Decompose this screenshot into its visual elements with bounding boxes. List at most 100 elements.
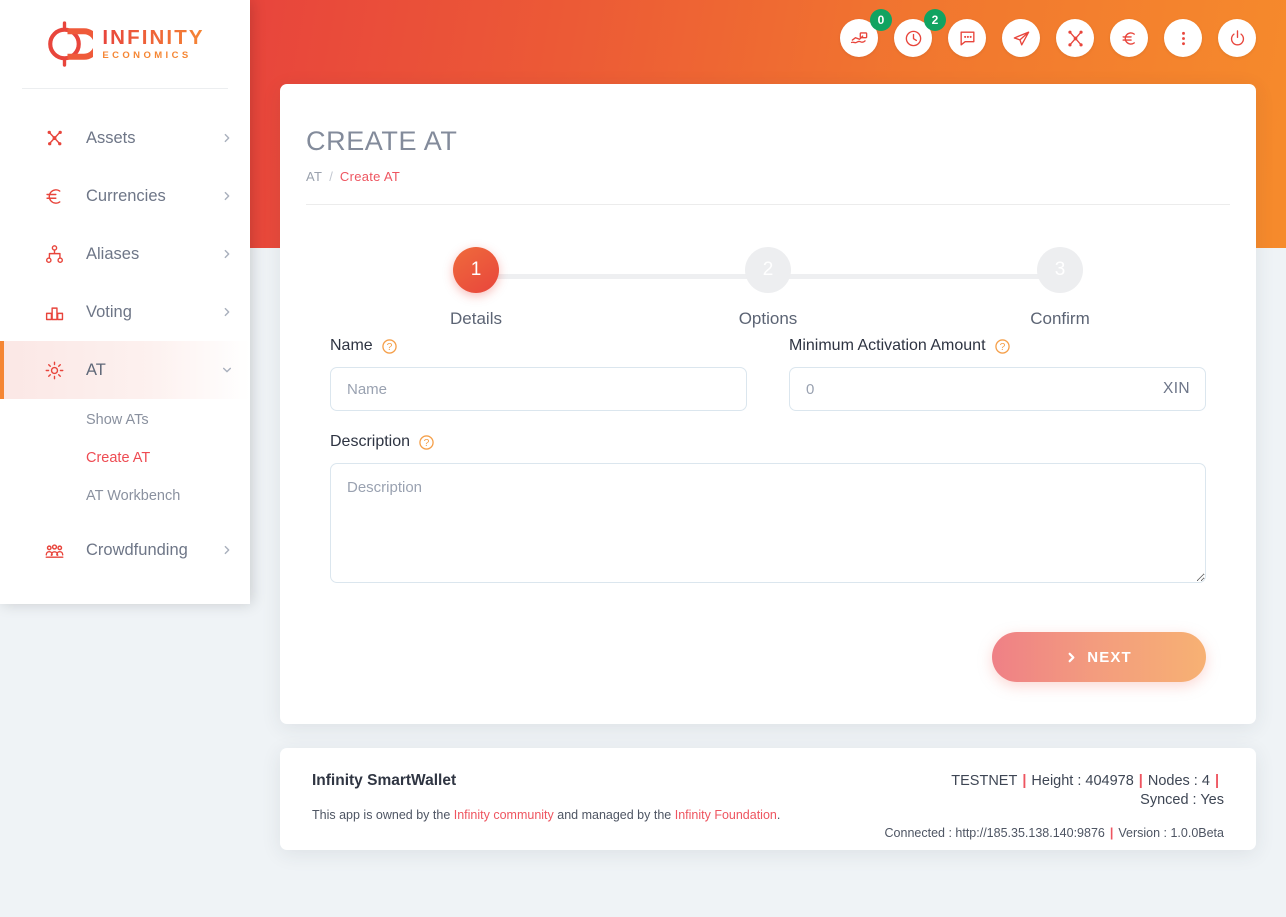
currency-suffix: XIN bbox=[1162, 380, 1190, 397]
create-at-form: Name ? Minimum Activation Amount bbox=[280, 337, 1256, 588]
status-separator: | bbox=[1214, 773, 1219, 789]
footer-note-prefix: This app is owned by the bbox=[312, 808, 454, 822]
sidebar-nav: Assets Currencies Aliases Voting AT Show… bbox=[0, 89, 250, 579]
breadcrumb-parent[interactable]: AT bbox=[306, 169, 322, 184]
description-textarea[interactable] bbox=[330, 463, 1206, 583]
sidebar-item-currencies[interactable]: Currencies bbox=[0, 167, 250, 225]
footer-note-middle: and managed by the bbox=[553, 808, 675, 822]
name-input[interactable] bbox=[330, 367, 747, 411]
chevron-down-icon bbox=[222, 367, 232, 373]
people-group-icon bbox=[44, 540, 70, 561]
step-1-bubble[interactable]: 1 bbox=[453, 247, 499, 293]
breadcrumb: AT / Create AT bbox=[306, 169, 1230, 184]
transactions-icon bbox=[850, 31, 867, 43]
min-activation-label-text: Minimum Activation Amount bbox=[789, 337, 986, 354]
sidebar-item-label: Voting bbox=[86, 302, 132, 321]
svg-text:?: ? bbox=[999, 341, 1005, 352]
step-3-label: Confirm bbox=[1030, 309, 1090, 328]
logo-title: INFINITY bbox=[102, 25, 205, 49]
power-logout-icon-button[interactable] bbox=[1218, 19, 1256, 57]
infinity-community-link[interactable]: Infinity community bbox=[454, 808, 554, 822]
messages-icon bbox=[959, 30, 975, 46]
euro-icon bbox=[44, 186, 70, 207]
pending-clock-icon bbox=[905, 30, 921, 46]
status-separator: | bbox=[1022, 773, 1027, 789]
currency-euro-icon bbox=[1121, 31, 1135, 45]
currency-euro-icon-button[interactable] bbox=[1110, 19, 1148, 57]
min-activation-input[interactable] bbox=[789, 367, 1206, 411]
footer-note-suffix: . bbox=[776, 808, 781, 822]
messages-icon-button[interactable] bbox=[948, 19, 986, 57]
power-logout-icon bbox=[1230, 29, 1244, 45]
step-1-details[interactable]: 1 Details bbox=[426, 247, 526, 329]
question-mark-icon[interactable]: ? bbox=[419, 434, 434, 450]
block-height: Height : 404978 bbox=[1031, 773, 1134, 789]
transactions-badge: 0 bbox=[870, 9, 892, 31]
sidebar-subitem-show-ats[interactable]: Show ATs bbox=[0, 401, 250, 439]
min-activation-field-group: Minimum Activation Amount ? XIN bbox=[789, 337, 1206, 411]
node-count: Nodes : 4 bbox=[1147, 773, 1210, 789]
sidebar-subitem-create-at[interactable]: Create AT bbox=[0, 439, 250, 477]
breadcrumb-separator: / bbox=[329, 169, 333, 184]
sync-status: Synced : Yes bbox=[1140, 792, 1224, 809]
breadcrumb-current[interactable]: Create AT bbox=[340, 169, 400, 184]
send-icon bbox=[1013, 30, 1029, 46]
sidebar-submenu-at: Show ATs Create AT AT Workbench bbox=[0, 399, 250, 521]
sidebar-item-aliases[interactable]: Aliases bbox=[0, 225, 250, 283]
step-2-label: Options bbox=[738, 309, 798, 328]
pending-clock-icon-button[interactable]: 2 bbox=[894, 9, 946, 57]
chevron-right-icon bbox=[224, 545, 230, 555]
create-at-card: CREATE AT AT / Create AT 1 Details 2 Opt… bbox=[280, 84, 1256, 724]
network-nodes-icon bbox=[44, 128, 70, 149]
description-label: Description ? bbox=[330, 433, 1206, 451]
step-2-bubble[interactable]: 2 bbox=[745, 247, 791, 293]
step-2-options[interactable]: 2 Options bbox=[718, 247, 818, 329]
question-mark-icon[interactable]: ? bbox=[381, 338, 397, 354]
description-field-group: Description ? bbox=[330, 433, 1206, 588]
footer-card: Infinity SmartWallet This app is owned b… bbox=[280, 748, 1256, 850]
bar-chart-icon bbox=[44, 302, 70, 323]
send-icon-button[interactable] bbox=[1002, 19, 1040, 57]
status-separator: | bbox=[1138, 773, 1143, 789]
form-actions: NEXT bbox=[280, 610, 1256, 724]
main-content: CREATE AT AT / Create AT 1 Details 2 Opt… bbox=[280, 84, 1256, 850]
more-options-icon-button[interactable] bbox=[1164, 19, 1202, 57]
description-label-text: Description bbox=[330, 433, 411, 450]
next-button-label: NEXT bbox=[1087, 648, 1132, 666]
sidebar-item-voting[interactable]: Voting bbox=[0, 283, 250, 341]
next-button[interactable]: NEXT bbox=[992, 632, 1206, 682]
question-mark-icon[interactable]: ? bbox=[994, 338, 1010, 354]
step-3-confirm[interactable]: 3 Confirm bbox=[1010, 247, 1110, 329]
transactions-icon-button[interactable]: 0 bbox=[840, 9, 892, 57]
name-label-text: Name bbox=[330, 337, 373, 354]
gear-icon bbox=[44, 360, 70, 381]
infinity-foundation-link[interactable]: Infinity Foundation bbox=[675, 808, 777, 822]
assets-network-icon-button[interactable] bbox=[1056, 19, 1094, 57]
name-field-group: Name ? bbox=[330, 337, 747, 411]
sidebar-item-assets[interactable]: Assets bbox=[0, 109, 250, 167]
page-title: CREATE AT bbox=[306, 126, 458, 156]
chevron-right-icon bbox=[1068, 652, 1075, 662]
sidebar-item-label: AT bbox=[86, 360, 106, 379]
app-logo[interactable]: INFINITY ECONOMICS bbox=[0, 0, 250, 88]
page-header: CREATE AT AT / Create AT bbox=[280, 84, 1256, 205]
chevron-right-icon bbox=[224, 249, 230, 259]
sidebar: INFINITY ECONOMICS Assets Currencies Ali… bbox=[0, 0, 250, 604]
sidebar-item-label: Assets bbox=[86, 128, 136, 147]
sidebar-item-at[interactable]: AT bbox=[0, 341, 250, 399]
step-3-bubble[interactable]: 3 bbox=[1037, 247, 1083, 293]
sidebar-item-crowdfunding[interactable]: Crowdfunding bbox=[0, 521, 250, 579]
sitemap-icon bbox=[44, 244, 70, 265]
pending-badge: 2 bbox=[924, 9, 946, 31]
svg-text:?: ? bbox=[424, 437, 430, 448]
sidebar-item-label: Currencies bbox=[86, 186, 166, 205]
network-status: TESTNET | Height : 404978 | Nodes : 4 | Synced… bbox=[804, 772, 1224, 840]
chevron-right-icon bbox=[224, 191, 230, 201]
app-version: Version : 1.0.0Beta bbox=[1118, 826, 1224, 841]
sidebar-item-label: Aliases bbox=[86, 244, 140, 263]
sidebar-subitem-at-workbench[interactable]: AT Workbench bbox=[0, 477, 250, 515]
chevron-right-icon bbox=[224, 307, 230, 317]
network-name: TESTNET bbox=[951, 773, 1018, 789]
min-activation-label: Minimum Activation Amount ? bbox=[789, 337, 1206, 355]
name-label: Name ? bbox=[330, 337, 747, 355]
